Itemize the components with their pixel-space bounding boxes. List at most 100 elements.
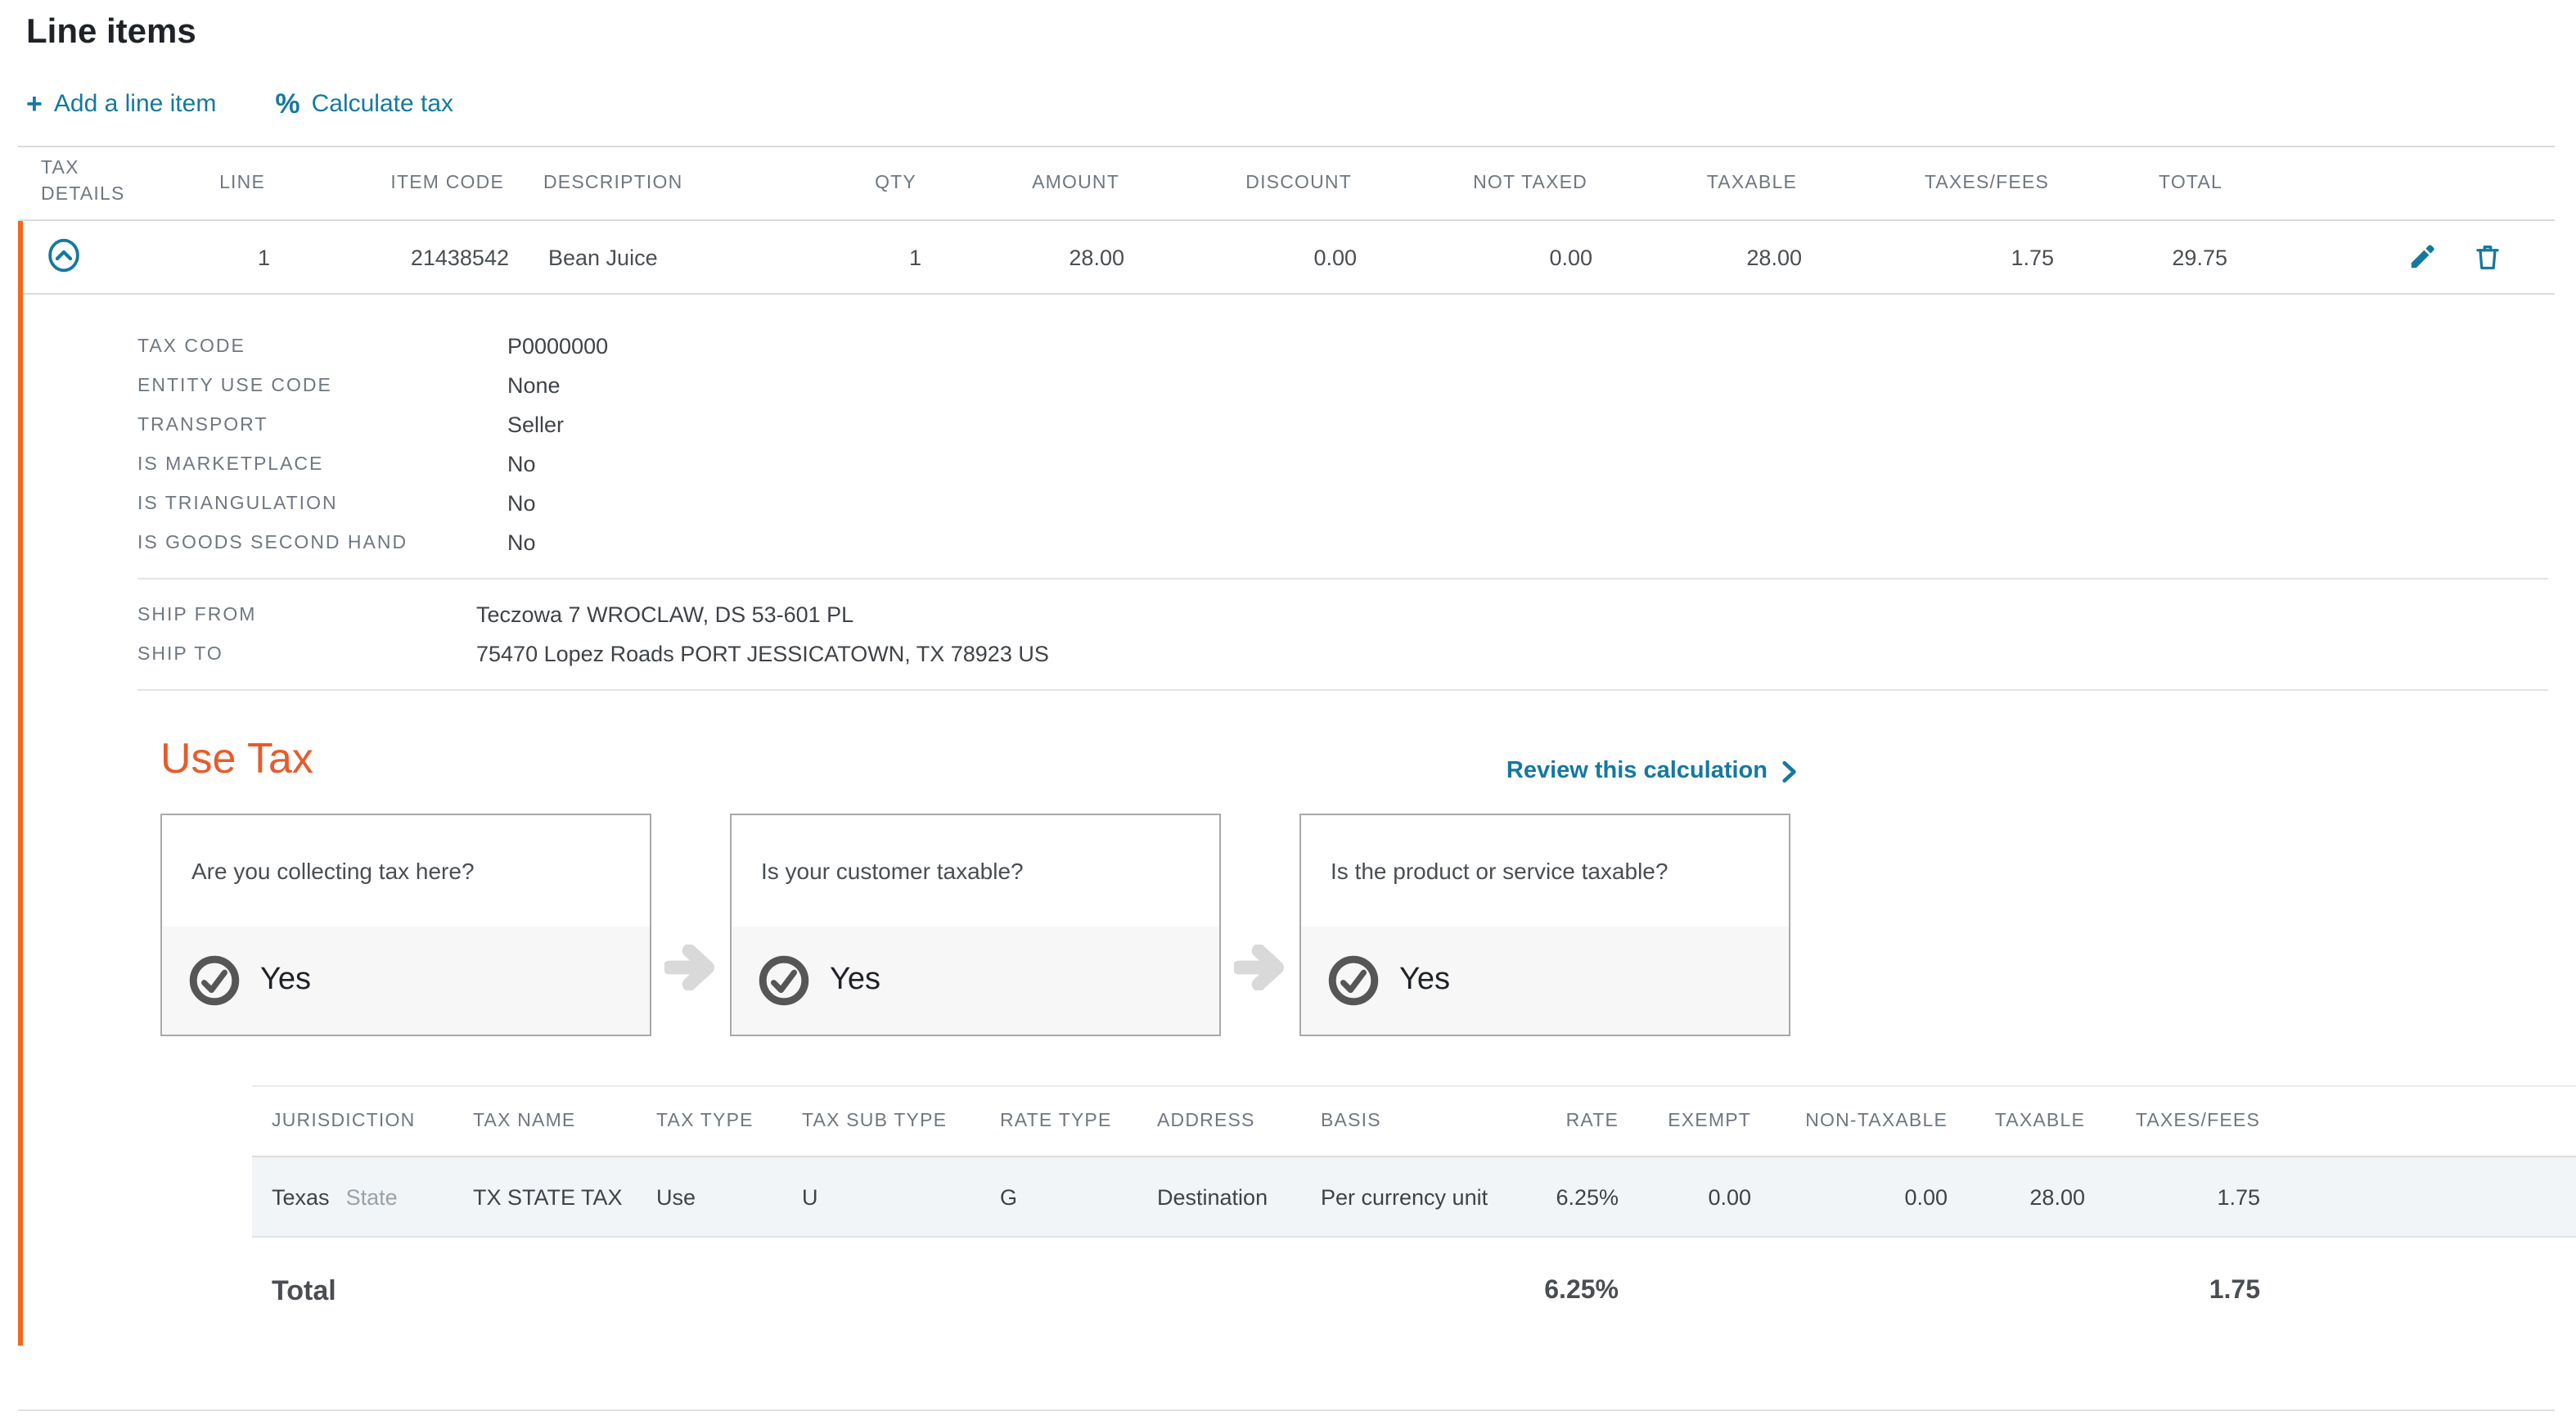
detail-field: ENTITY USE CODENone bbox=[137, 373, 2555, 398]
percent-icon: % bbox=[275, 90, 299, 118]
answer-label: Yes bbox=[260, 963, 311, 999]
col-non-taxable: NON-TAXABLE bbox=[1751, 1112, 1948, 1131]
line-items-panel: Line items + Add a line item % Calculate… bbox=[0, 0, 2576, 1416]
add-line-item-button[interactable]: + Add a line item bbox=[26, 90, 216, 118]
line-item-row: 1 21438542 Bean Juice 1 28.00 0.00 0.00 … bbox=[23, 221, 2555, 295]
answer-label: Yes bbox=[830, 963, 880, 999]
col-qty: QTY bbox=[831, 174, 916, 193]
cell-discount: 0.00 bbox=[1124, 245, 1357, 269]
cell-description: Bean Juice bbox=[509, 245, 836, 269]
calculate-tax-button[interactable]: % Calculate tax bbox=[275, 90, 453, 118]
review-calculation-link[interactable]: Review this calculation bbox=[1506, 758, 1797, 784]
col-amount: AMOUNT bbox=[916, 174, 1119, 193]
col-discount: DISCOUNT bbox=[1119, 174, 1352, 193]
cell-rate-type: G bbox=[1000, 1184, 1157, 1209]
col-tax-type: TAX TYPE bbox=[656, 1112, 802, 1131]
col-taxable: TAXABLE bbox=[1587, 174, 1797, 193]
chevron-right-icon bbox=[1782, 760, 1797, 782]
col-rate-type: RATE TYPE bbox=[1000, 1112, 1157, 1131]
detail-field: TAX CODEP0000000 bbox=[137, 334, 2555, 359]
page-title: Line items bbox=[26, 13, 196, 52]
cell-line: 1 bbox=[155, 245, 270, 269]
check-circle-icon bbox=[188, 954, 241, 1007]
use-tax-title: Use Tax bbox=[160, 733, 313, 784]
col-jurisdiction: JURISDICTION bbox=[252, 1112, 473, 1131]
col-taxes-fees: TAXES/FEES bbox=[1797, 174, 2049, 193]
cell-basis: Per currency unit bbox=[1321, 1184, 1509, 1209]
cell-taxable: 28.00 bbox=[1592, 245, 1802, 269]
plus-icon: + bbox=[26, 90, 43, 118]
add-line-item-label: Add a line item bbox=[54, 90, 216, 118]
use-tax-header: Use Tax Review this calculation bbox=[160, 733, 1797, 784]
line-items-table: TAX DETAILS LINE ITEM CODE DESCRIPTION Q… bbox=[18, 146, 2555, 1346]
ship-to-field: SHIP TO75470 Lopez Roads PORT JESSICATOW… bbox=[137, 642, 2555, 666]
total-rate: 6.25% bbox=[1509, 1277, 1619, 1306]
cell-item-code: 21438542 bbox=[270, 245, 509, 269]
total-taxes-fees: 1.75 bbox=[2085, 1277, 2260, 1306]
jurisdiction-type-label: State bbox=[346, 1184, 398, 1209]
line-item-details: TAX CODEP0000000 ENTITY USE CODENone TRA… bbox=[23, 295, 2555, 1346]
col-total: TOTAL bbox=[2049, 174, 2222, 193]
use-tax-card-collecting: Are you collecting tax here? Yes bbox=[160, 814, 651, 1036]
flow-arrow bbox=[1221, 814, 1299, 1036]
answer-label: Yes bbox=[1399, 963, 1450, 999]
cell-tax-type: Use bbox=[656, 1184, 802, 1209]
col-tax-sub-type: TAX SUB TYPE bbox=[802, 1112, 1000, 1131]
col-exempt: EXEMPT bbox=[1619, 1112, 1751, 1131]
cell-jurisdiction: TexasState bbox=[252, 1184, 473, 1209]
detail-field: IS TRIANGULATIONNo bbox=[137, 491, 2555, 516]
toolbar: + Add a line item % Calculate tax bbox=[26, 90, 453, 118]
total-label: Total bbox=[252, 1275, 473, 1308]
cell-exempt: 0.00 bbox=[1619, 1184, 1751, 1209]
trash-icon bbox=[2473, 242, 2502, 272]
cell-taxes-fees: 1.75 bbox=[2085, 1184, 2260, 1209]
cell-tax-name: TX STATE TAX bbox=[473, 1184, 656, 1209]
flow-arrow bbox=[651, 814, 730, 1036]
col-rate: RATE bbox=[1509, 1112, 1619, 1131]
col-line: LINE bbox=[151, 174, 265, 193]
divider bbox=[137, 578, 2548, 579]
cell-qty: 1 bbox=[836, 245, 921, 269]
col-address: ADDRESS bbox=[1157, 1112, 1321, 1131]
divider bbox=[137, 689, 2548, 691]
cell-taxes-fees: 1.75 bbox=[1802, 245, 2054, 269]
arrow-right-icon bbox=[1234, 945, 1286, 990]
use-tax-card-customer: Is your customer taxable? Yes bbox=[730, 814, 1221, 1036]
pencil-icon bbox=[2407, 242, 2437, 272]
cell-tax-sub-type: U bbox=[802, 1184, 1000, 1209]
cell-amount: 28.00 bbox=[921, 245, 1124, 269]
expanded-line-item: 1 21438542 Bean Juice 1 28.00 0.00 0.00 … bbox=[18, 221, 2555, 1346]
jurisdiction-total-row: Total 6.25% 1.75 bbox=[252, 1236, 2576, 1346]
col-taxable: TAXABLE bbox=[1948, 1112, 2085, 1131]
col-tax-name: TAX NAME bbox=[473, 1112, 656, 1131]
jurisdiction-row: TexasState TX STATE TAX Use U G Destinat… bbox=[252, 1157, 2576, 1236]
detail-field: TRANSPORTSeller bbox=[137, 413, 2555, 437]
panel-bottom-border bbox=[18, 1409, 2555, 1411]
check-circle-icon bbox=[1327, 954, 1380, 1007]
col-tax-details: TAX DETAILS bbox=[18, 158, 151, 209]
cell-non-taxable: 0.00 bbox=[1751, 1184, 1948, 1209]
check-circle-icon bbox=[758, 954, 810, 1007]
collapse-row-toggle[interactable] bbox=[46, 237, 82, 273]
col-item-code: ITEM CODE bbox=[265, 174, 504, 193]
col-basis: BASIS bbox=[1321, 1112, 1509, 1131]
calculate-tax-label: Calculate tax bbox=[312, 90, 453, 118]
col-description: DESCRIPTION bbox=[504, 174, 831, 193]
ship-from-field: SHIP FROMTeczowa 7 WROCLAW, DS 53-601 PL bbox=[137, 602, 2555, 627]
cell-rate: 6.25% bbox=[1509, 1184, 1619, 1209]
detail-field: IS GOODS SECOND HANDNo bbox=[137, 530, 2555, 555]
jurisdiction-table: JURISDICTION TAX NAME TAX TYPE TAX SUB T… bbox=[252, 1085, 2576, 1346]
col-taxes-fees: TAXES/FEES bbox=[2085, 1112, 2260, 1131]
cell-not-taxed: 0.00 bbox=[1357, 245, 1592, 269]
arrow-right-icon bbox=[664, 945, 717, 990]
delete-line-item-button[interactable] bbox=[2473, 242, 2502, 272]
cell-taxable: 28.00 bbox=[1948, 1184, 2085, 1209]
cell-address: Destination bbox=[1157, 1184, 1321, 1209]
line-items-header-row: TAX DETAILS LINE ITEM CODE DESCRIPTION Q… bbox=[18, 146, 2555, 221]
use-tax-card-product: Is the product or service taxable? Yes bbox=[1299, 814, 1790, 1036]
col-not-taxed: NOT TAXED bbox=[1352, 174, 1587, 193]
cell-total: 29.75 bbox=[2054, 245, 2227, 269]
jurisdiction-header-row: JURISDICTION TAX NAME TAX TYPE TAX SUB T… bbox=[252, 1087, 2576, 1157]
edit-line-item-button[interactable] bbox=[2407, 242, 2437, 272]
use-tax-flow: Are you collecting tax here? Yes bbox=[160, 814, 2555, 1036]
